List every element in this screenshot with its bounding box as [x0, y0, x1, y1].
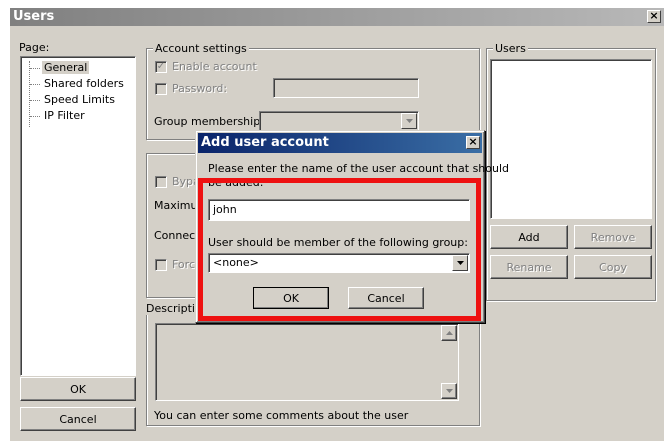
close-icon: ×: [649, 9, 659, 22]
description-textarea[interactable]: [155, 323, 459, 401]
users-list[interactable]: [490, 59, 652, 219]
tree-item-shared-folders[interactable]: Shared folders: [44, 77, 124, 90]
enable-account-label: Enable account: [172, 60, 257, 73]
copy-user-button[interactable]: Copy: [574, 255, 652, 279]
username-input[interactable]: john: [208, 199, 470, 221]
bypass-checkbox[interactable]: [155, 176, 167, 188]
tree-item-ip-filter[interactable]: IP Filter: [44, 109, 85, 122]
password-checkbox[interactable]: [155, 83, 167, 95]
window-titlebar: Users ×: [10, 8, 664, 26]
force-checkbox[interactable]: [155, 259, 167, 271]
description-hint: You can enter some comments about the us…: [154, 409, 409, 422]
page-label: Page:: [19, 41, 50, 54]
dialog-close-button[interactable]: ×: [466, 136, 480, 149]
close-icon: ×: [468, 135, 478, 148]
ok-button[interactable]: OK: [20, 377, 136, 401]
tree-item-speed-limits[interactable]: Speed Limits: [44, 93, 115, 106]
window-close-button[interactable]: ×: [647, 10, 661, 23]
group-membership-combo[interactable]: [259, 111, 419, 131]
group-membership-label: Group membership:: [154, 115, 264, 128]
tree-item-general[interactable]: General: [42, 61, 90, 74]
chevron-down-icon[interactable]: [401, 113, 417, 129]
dialog-cancel-button[interactable]: Cancel: [348, 287, 424, 309]
password-label: Password:: [172, 82, 228, 95]
window-title: Users: [13, 9, 55, 24]
password-field[interactable]: [273, 78, 419, 98]
group-select-value: <none>: [213, 256, 259, 269]
remove-user-button[interactable]: Remove: [574, 225, 652, 249]
chevron-down-icon: [445, 389, 453, 393]
cancel-button[interactable]: Cancel: [20, 407, 136, 431]
connect-label: Connect: [154, 229, 200, 242]
page-tree[interactable]: General Shared folders Speed Limits IP F…: [20, 56, 136, 376]
description-group: Descripti You can enter some comments ab…: [146, 302, 480, 426]
account-settings-legend: Account settings: [153, 42, 249, 55]
description-legend: Descripti: [146, 302, 197, 315]
dialog-titlebar: Add user account ×: [198, 133, 482, 153]
add-user-button[interactable]: Add: [490, 225, 568, 249]
enable-account-checkbox[interactable]: ✓: [155, 61, 167, 73]
users-legend: Users: [493, 42, 528, 55]
add-user-dialog: Add user account × Please enter the name…: [195, 130, 509, 323]
dialog-prompt-line1: Please enter the name of the user accoun…: [208, 162, 510, 175]
users-group: Users Add Remove Rename Copy: [486, 42, 656, 301]
dialog-ok-button[interactable]: OK: [253, 287, 329, 309]
scroll-up-button[interactable]: [441, 325, 457, 341]
username-value: john: [213, 203, 237, 216]
chevron-up-icon: [445, 331, 453, 335]
dialog-prompt-line2: be added:: [208, 176, 264, 189]
account-settings-group: Account settings ✓ Enable account Passwo…: [146, 42, 480, 140]
group-select-label: User should be member of the following g…: [208, 236, 468, 249]
group-select[interactable]: <none>: [208, 253, 470, 273]
rename-user-button[interactable]: Rename: [490, 255, 568, 279]
dialog-title: Add user account: [201, 135, 329, 150]
scroll-down-button[interactable]: [441, 383, 457, 399]
chevron-down-icon[interactable]: [452, 255, 468, 271]
